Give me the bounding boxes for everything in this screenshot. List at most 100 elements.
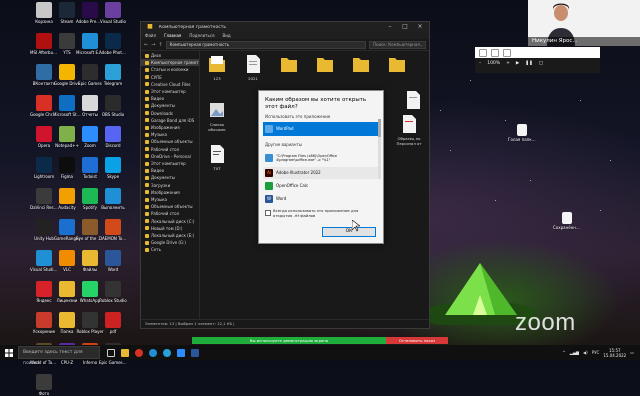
nav-item[interactable]: Изображения: [141, 124, 199, 131]
desktop-icon[interactable]: DAEMON Tools: [99, 219, 127, 241]
nav-item[interactable]: Загрузки: [141, 182, 199, 189]
zoom-out-icon[interactable]: –: [479, 61, 481, 66]
nav-item[interactable]: Локальный диск (E:): [141, 232, 199, 239]
ribbon-tab-view[interactable]: Вид: [222, 33, 230, 38]
play-icon[interactable]: ▶: [516, 61, 519, 66]
stop-share-button[interactable]: Остановить показ: [386, 337, 448, 344]
ribbon-tab-file[interactable]: Файл: [145, 33, 156, 38]
zoom-participant-video[interactable]: Никулин Ярос...: [528, 0, 640, 46]
task-view-icon[interactable]: [104, 345, 118, 360]
pause-icon[interactable]: ❚❚: [525, 61, 533, 66]
file-item[interactable]: Список обложек: [204, 100, 230, 132]
ribbon-tab-home[interactable]: Главная: [164, 33, 181, 38]
nav-item[interactable]: Этот компьютер: [141, 88, 199, 95]
nav-item[interactable]: Сеть: [141, 246, 199, 253]
volume-icon[interactable]: ◀): [583, 350, 588, 355]
chrome-taskbar-icon[interactable]: [132, 345, 146, 360]
forward-arrow-icon[interactable]: →: [151, 42, 155, 48]
file-item[interactable]: 123: [204, 54, 230, 82]
nav-item[interactable]: Локальный диск (C:): [141, 218, 199, 225]
ribbon-tab-share[interactable]: Поделиться: [189, 33, 214, 38]
nav-item[interactable]: Рабочий стол: [141, 210, 199, 217]
desktop-icon[interactable]: Word: [99, 250, 127, 272]
explorer-titlebar[interactable]: ■ Компьютерная грамотность – □ ×: [141, 22, 429, 32]
nav-item[interactable]: Google Drive (G:): [141, 239, 199, 246]
zoom-taskbar-icon[interactable]: [174, 345, 188, 360]
edge-taskbar-icon[interactable]: [146, 345, 160, 360]
desktop-icon-right[interactable]: Голая папка 50: [508, 124, 536, 142]
desktop-icon[interactable]: Adobe Photoshop: [99, 33, 127, 55]
nav-item[interactable]: СУПЕ: [141, 74, 199, 81]
view-option-icon[interactable]: [479, 48, 487, 57]
file-item[interactable]: [312, 54, 338, 77]
desktop-icon[interactable]: Roblox Studio: [99, 281, 127, 303]
nav-item[interactable]: Статьи и колонки: [141, 66, 199, 73]
nav-item[interactable]: Garage Band для iOS: [141, 117, 199, 124]
always-use-checkbox[interactable]: [265, 210, 271, 216]
desktop-icon[interactable]: Фото: [30, 374, 58, 396]
nav-item[interactable]: Компьютерная грамотность: [141, 59, 199, 67]
desktop-icon[interactable]: Telegram: [99, 64, 127, 86]
nav-item[interactable]: OneDrive - Personal: [141, 153, 199, 160]
nav-item[interactable]: Creative Cloud Files: [141, 81, 199, 88]
nav-item[interactable]: Видео: [141, 167, 199, 174]
app-option-wordpad[interactable]: WordPad: [263, 122, 379, 136]
telegram-taskbar-icon[interactable]: [160, 345, 174, 360]
nav-item[interactable]: Документы: [141, 102, 199, 109]
always-use-checkbox-row[interactable]: Всегда использовать это приложение для о…: [259, 206, 383, 221]
file-item[interactable]: [276, 54, 302, 77]
desktop-icon[interactable]: Skype: [99, 157, 127, 179]
scrollbar-thumb[interactable]: [378, 119, 381, 137]
zoom-in-icon[interactable]: +: [506, 61, 510, 66]
up-arrow-icon[interactable]: ↑: [158, 42, 162, 48]
desktop-icon-right[interactable]: Сохранённые ссылки 2022: [553, 212, 581, 230]
chevron-up-icon[interactable]: ^: [562, 350, 565, 355]
start-button[interactable]: [0, 345, 18, 360]
nav-item[interactable]: Диск: [141, 52, 199, 59]
nav-item[interactable]: Видео: [141, 95, 199, 102]
view-option-icon[interactable]: [491, 48, 499, 57]
search-input[interactable]: Поиск: Компьютерная...: [369, 40, 426, 49]
file-explorer-taskbar-icon[interactable]: [118, 345, 132, 360]
file-item[interactable]: TXT: [204, 144, 230, 172]
app-option-illustrator[interactable]: Ai Adobe Illustrator 2022: [263, 167, 379, 179]
dialog-scrollbar[interactable]: [378, 119, 381, 179]
nav-item[interactable]: Новый том (D:): [141, 225, 199, 232]
clock[interactable]: 15:57 15.04.2022: [603, 348, 626, 358]
nav-item[interactable]: Музыка: [141, 131, 199, 138]
view-option-icon[interactable]: [503, 48, 511, 57]
app-option-word[interactable]: W Word: [263, 193, 379, 205]
address-bar[interactable]: Компьютерная грамотность: [165, 40, 366, 49]
app-option-openoffice-calc[interactable]: OpenOffice Calc: [263, 180, 379, 192]
app-option-openoffice-path[interactable]: "C:\Program Files (x86)\OpenOffice 4\pro…: [263, 150, 379, 166]
word-taskbar-icon[interactable]: [188, 345, 202, 360]
nav-item[interactable]: Объемные объекты: [141, 138, 199, 145]
nav-item[interactable]: Изображения: [141, 189, 199, 196]
nav-item[interactable]: Downloads: [141, 110, 199, 117]
network-icon[interactable]: ▂▄▆: [570, 350, 579, 355]
desktop-icon[interactable]: Discord: [99, 126, 127, 148]
file-item[interactable]: [384, 54, 410, 76]
notifications-icon[interactable]: ▭: [630, 350, 634, 355]
file-item[interactable]: [400, 90, 426, 112]
desktop-icon[interactable]: pdf: [99, 312, 127, 334]
nav-item[interactable]: Этот компьютер: [141, 160, 199, 167]
back-arrow-icon[interactable]: ←: [144, 42, 148, 48]
file-item[interactable]: [348, 54, 374, 76]
desktop-icon[interactable]: Выполнить: [99, 188, 127, 210]
file-item[interactable]: 2021: [240, 54, 266, 82]
ok-button[interactable]: ОК: [322, 227, 376, 237]
minimize-button[interactable]: –: [384, 23, 396, 31]
nav-item[interactable]: Объемные объекты: [141, 203, 199, 210]
language-indicator[interactable]: РУС: [592, 350, 600, 355]
close-button[interactable]: ×: [414, 23, 426, 31]
nav-item[interactable]: Рабочий стол: [141, 146, 199, 153]
file-item[interactable]: Образец по Персонал от: [396, 114, 422, 146]
nav-item[interactable]: Музыка: [141, 196, 199, 203]
fullscreen-icon[interactable]: □: [539, 61, 543, 66]
nav-item[interactable]: Документы: [141, 174, 199, 181]
desktop-icon[interactable]: Visual Studio: [99, 2, 127, 24]
maximize-button[interactable]: □: [399, 23, 411, 31]
taskbar-search[interactable]: Введите здесь текст для поиска: [18, 346, 100, 366]
desktop-icon[interactable]: OBS Studio: [99, 95, 127, 117]
